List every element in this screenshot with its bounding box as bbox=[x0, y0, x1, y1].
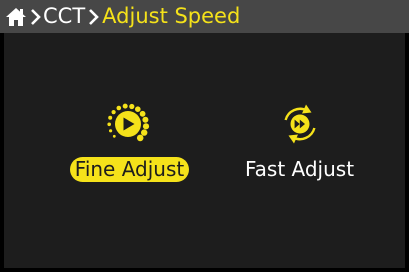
fine-adjust-label: Fine Adjust bbox=[69, 157, 190, 182]
breadcrumb: CCT Adjust Speed bbox=[0, 0, 409, 33]
fast-adjust-label: Fast Adjust bbox=[244, 157, 355, 181]
fast-adjust-option[interactable]: Fast Adjust bbox=[237, 95, 362, 182]
breadcrumb-item-current: Adjust Speed bbox=[102, 4, 241, 28]
chevron-right-icon bbox=[31, 8, 41, 25]
content-panel: Fine Adjust Fast Adjust bbox=[4, 33, 405, 268]
play-dial-icon bbox=[106, 103, 149, 142]
chevron-right-icon bbox=[89, 8, 99, 25]
adjust-speed-screen: CCT Adjust Speed Fine Adjust Fast Adjust bbox=[0, 0, 409, 272]
fast-forward-cycle-icon bbox=[283, 104, 316, 144]
home-icon[interactable] bbox=[5, 7, 27, 27]
fine-adjust-option[interactable]: Fine Adjust bbox=[67, 95, 192, 182]
breadcrumb-item-cct[interactable]: CCT bbox=[43, 0, 85, 33]
